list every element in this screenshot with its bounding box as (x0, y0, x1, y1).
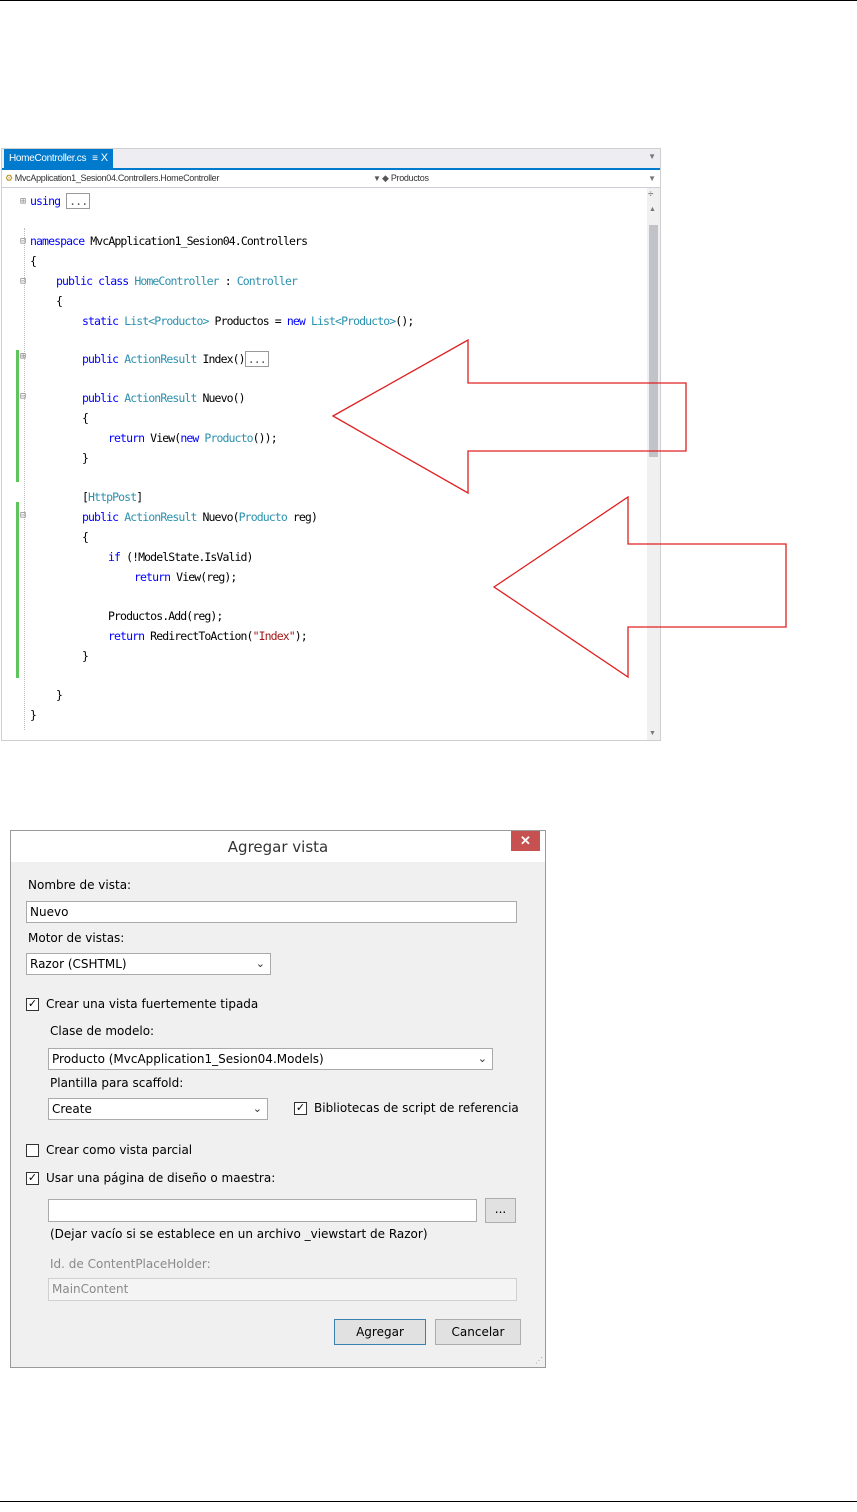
chevron-down-icon: ⌄ (255, 957, 265, 970)
change-marker (16, 502, 19, 678)
fold-minus-icon[interactable]: ⊟ (20, 236, 26, 247)
cancel-button[interactable]: Cancelar (435, 1319, 521, 1345)
code-line: return RedirectToAction("Index"); (108, 629, 308, 643)
collapsed-region[interactable]: ... (244, 351, 269, 367)
code-line: } (82, 649, 89, 663)
model-class-select[interactable]: Producto (MvcApplication1_Sesion04.Model… (48, 1048, 493, 1070)
code-line: using ... (30, 193, 91, 209)
scroll-thumb[interactable] (649, 225, 658, 457)
member-dropdown-label: Productos (390, 173, 429, 183)
dialog-title: Agregar vista (11, 831, 545, 862)
model-class-value: Producto (MvcApplication1_Sesion04.Model… (52, 1052, 324, 1066)
chevron-down-icon[interactable]: ▼ (648, 170, 656, 187)
add-button[interactable]: Agregar (334, 1319, 426, 1345)
code-line: public ActionResult Nuevo() (82, 391, 246, 405)
code-line: } (30, 708, 37, 722)
collapsed-region[interactable]: ... (66, 193, 91, 209)
code-line: if (!ModelState.IsValid) (108, 550, 253, 564)
layout-page-input[interactable] (48, 1199, 477, 1222)
split-icon[interactable]: ÷ (648, 189, 654, 200)
code-line: public ActionResult Index()... (82, 351, 269, 367)
placeholder-id-input: MainContent (48, 1278, 517, 1301)
fold-minus-icon[interactable]: ⊟ (20, 276, 26, 287)
code-line: { (82, 411, 89, 425)
model-class-label: Clase de modelo: (50, 1024, 155, 1038)
tab-homecontroller[interactable]: HomeController.cs ≡ X (4, 149, 113, 168)
fold-minus-icon[interactable]: ⊟ (20, 391, 26, 402)
vertical-scrollbar[interactable]: ÷ ▲ ▼ (647, 188, 660, 740)
resize-grip-icon[interactable]: ⋰ (535, 1356, 543, 1365)
code-line: namespace MvcApplication1_Sesion04.Contr… (30, 234, 308, 248)
scaffold-template-select[interactable]: Create ⌄ (48, 1098, 268, 1120)
top-rule (0, 0, 857, 1)
pin-icon[interactable]: ≡ (92, 153, 98, 164)
class-icon: ⚙ (5, 173, 13, 183)
navigation-bar: ⚙ MvcApplication1_Sesion04.Controllers.Ho… (2, 170, 660, 188)
view-name-input[interactable]: Nuevo (26, 901, 517, 923)
member-dropdown[interactable]: ◆ Productos (382, 170, 429, 187)
code-line: { (82, 530, 89, 544)
close-icon[interactable]: ✕ (511, 831, 540, 851)
type-dropdown[interactable]: ⚙ MvcApplication1_Sesion04.Controllers.Ho… (5, 170, 371, 187)
code-line: static List<Producto> Productos = new Li… (82, 314, 414, 328)
strong-typed-checkbox[interactable]: ✓ (26, 998, 39, 1011)
browse-button[interactable]: ... (485, 1198, 516, 1223)
code-line: return View(new Producto()); (108, 431, 278, 445)
chevron-down-icon[interactable]: ▼ (373, 170, 381, 187)
scroll-down-icon[interactable]: ▼ (649, 730, 656, 737)
code-line: public ActionResult Nuevo(Producto reg) (82, 510, 318, 524)
tab-dropdown-icon[interactable]: ▼ (648, 152, 656, 161)
script-libs-label[interactable]: Bibliotecas de script de referencia (314, 1101, 519, 1115)
fold-plus-icon[interactable]: ⊞ (20, 351, 26, 362)
type-dropdown-label: MvcApplication1_Sesion04.Controllers.Hom… (14, 173, 220, 183)
editor-tabstrip: HomeController.cs ≡ X ▼ (2, 149, 660, 170)
fold-guide (24, 228, 26, 730)
code-line: public class HomeController : Controller (56, 274, 298, 288)
close-icon[interactable]: X (101, 152, 108, 164)
layout-page-checkbox[interactable]: ✓ (26, 1172, 39, 1185)
view-engine-select[interactable]: Razor (CSHTML) ⌄ (26, 953, 271, 975)
strong-typed-label[interactable]: Crear una vista fuertemente tipada (46, 997, 258, 1011)
scroll-up-icon[interactable]: ▲ (649, 206, 656, 213)
scaffold-template-value: Create (52, 1102, 92, 1116)
fold-plus-icon[interactable]: ⊞ (20, 196, 26, 207)
chevron-down-icon: ⌄ (477, 1052, 487, 1065)
code-line: return View(reg); (134, 570, 237, 584)
partial-view-checkbox[interactable] (26, 1144, 39, 1157)
code-line: } (56, 688, 63, 702)
code-line: { (56, 294, 63, 308)
change-marker (16, 350, 19, 482)
view-name-label: Nombre de vista: (28, 878, 132, 892)
code-line: } (82, 451, 89, 465)
script-libs-checkbox[interactable]: ✓ (294, 1102, 307, 1115)
field-icon: ◆ (382, 173, 389, 183)
bottom-rule (0, 1501, 857, 1502)
placeholder-id-label: Id. de ContentPlaceHolder: (50, 1257, 211, 1271)
code-line: { (30, 254, 37, 268)
fold-minus-icon[interactable]: ⊟ (20, 510, 26, 521)
partial-view-label[interactable]: Crear como vista parcial (46, 1143, 192, 1157)
engine-label: Motor de vistas: (28, 931, 125, 945)
view-engine-value: Razor (CSHTML) (30, 957, 127, 971)
add-view-dialog: Agregar vista ✕ Nombre de vista: Nuevo M… (10, 830, 546, 1368)
code-line: Productos.Add(reg); (108, 609, 223, 623)
code-editor: HomeController.cs ≡ X ▼ ⚙ MvcApplication1_S… (1, 148, 661, 741)
layout-hint: (Dejar vacío si se establece en un archi… (50, 1227, 428, 1241)
chevron-down-icon: ⌄ (252, 1102, 262, 1115)
code-line: [HttpPost] (82, 490, 143, 504)
scaffold-label: Plantilla para scaffold: (50, 1076, 184, 1090)
code-area[interactable]: ⊞ ⊟ ⊟ ⊞ ⊟ ⊟ using ... namespace MvcAppli… (2, 188, 646, 740)
layout-page-label[interactable]: Usar una página de diseño o maestra: (46, 1171, 275, 1185)
tab-label: HomeController.cs (9, 153, 87, 164)
